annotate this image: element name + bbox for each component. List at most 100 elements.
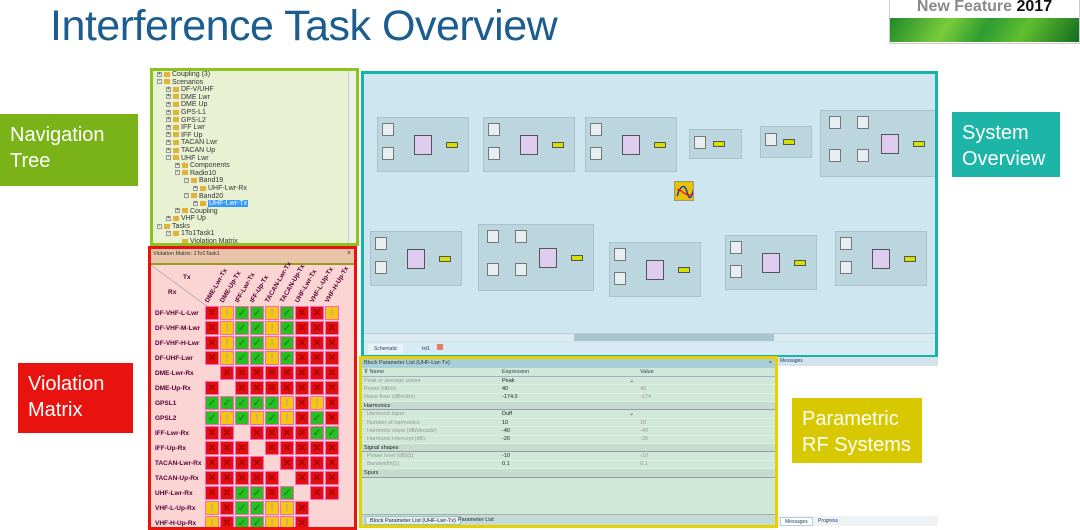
matrix-cell-ok[interactable]: ✓	[280, 306, 294, 320]
matrix-cell-ok[interactable]: ✓	[265, 396, 279, 410]
parameter-row[interactable]: Harmonic taper Duff ⌄	[362, 409, 775, 419]
matrix-cell-violation[interactable]: ✕	[280, 426, 294, 440]
matrix-cell-violation[interactable]: ✕	[235, 381, 249, 395]
matrix-cell-ok[interactable]: ✓	[265, 411, 279, 425]
matrix-cell-warning[interactable]: !	[310, 396, 324, 410]
matrix-cell-empty[interactable]	[220, 381, 234, 395]
close-icon[interactable]: ×	[769, 359, 772, 368]
parameter-expression[interactable]: -20	[500, 435, 638, 445]
tab-schematic[interactable]: Schematic	[368, 344, 404, 354]
parameter-row[interactable]: Peak or average power Peak ⌄	[362, 376, 775, 386]
matrix-cell-violation[interactable]: ✕	[235, 456, 249, 470]
matrix-cell-violation[interactable]: ✕	[205, 306, 219, 320]
matrix-cell-violation[interactable]: ✕	[265, 366, 279, 380]
matrix-cell-violation[interactable]: ✕	[295, 501, 309, 515]
schematic-block[interactable]	[820, 110, 935, 177]
matrix-cell-warning[interactable]: !	[265, 516, 279, 527]
matrix-cell-warning[interactable]: !	[265, 321, 279, 335]
matrix-cell-warning[interactable]: !	[325, 306, 339, 320]
scrollbar-thumb[interactable]	[574, 334, 774, 341]
matrix-cell-violation[interactable]: ✕	[205, 441, 219, 455]
matrix-cell-empty[interactable]	[310, 501, 324, 515]
tree-item[interactable]: + GPS-L1	[153, 109, 356, 117]
tree-item[interactable]: + UHF-Lwr-Rx	[153, 185, 356, 193]
matrix-cell-warning[interactable]: !	[220, 336, 234, 350]
matrix-cell-violation[interactable]: ✕	[325, 381, 339, 395]
matrix-cell-violation[interactable]: ✕	[235, 441, 249, 455]
matrix-cell-violation[interactable]: ✕	[295, 396, 309, 410]
parameter-expression[interactable]: -174.0	[500, 393, 638, 403]
matrix-cell-empty[interactable]	[280, 471, 294, 485]
matrix-cell-ok[interactable]: ✓	[235, 321, 249, 335]
expand-toggle-icon[interactable]: +	[166, 140, 171, 145]
matrix-cell-violation[interactable]: ✕	[250, 426, 264, 440]
matrix-cell-ok[interactable]: ✓	[325, 426, 339, 440]
filter-response-icon[interactable]	[674, 181, 694, 201]
matrix-cell-empty[interactable]	[235, 426, 249, 440]
expand-toggle-icon[interactable]: -	[175, 170, 180, 176]
schematic-block[interactable]	[760, 126, 812, 158]
parameter-row[interactable]: Power (dBm) 40 40	[362, 384, 775, 394]
matrix-cell-empty[interactable]	[265, 456, 279, 470]
expand-toggle-icon[interactable]: +	[166, 124, 171, 130]
matrix-cell-ok[interactable]: ✓	[235, 336, 249, 350]
matrix-cell-violation[interactable]: ✕	[295, 471, 309, 485]
matrix-cell-violation[interactable]: ✕	[325, 321, 339, 335]
matrix-cell-violation[interactable]: ✕	[220, 456, 234, 470]
matrix-cell-ok[interactable]: ✓	[220, 396, 234, 410]
matrix-cell-violation[interactable]: ✕	[280, 441, 294, 455]
matrix-cell-violation[interactable]: ✕	[205, 486, 219, 500]
tree-item[interactable]: - Radio10	[153, 170, 356, 178]
expand-toggle-icon[interactable]	[175, 239, 180, 243]
matrix-cell-warning[interactable]: !	[280, 516, 294, 527]
matrix-cell-violation[interactable]: ✕	[295, 351, 309, 365]
expand-toggle-icon[interactable]: +	[193, 185, 198, 191]
close-tab-icon[interactable]	[437, 344, 443, 350]
matrix-cell-ok[interactable]: ✓	[250, 516, 264, 527]
schematic-block[interactable]	[585, 117, 677, 172]
schematic-block[interactable]	[483, 117, 575, 172]
expand-toggle-icon[interactable]: -	[157, 223, 162, 229]
tree-item[interactable]: - Band20	[153, 193, 356, 201]
matrix-cell-violation[interactable]: ✕	[295, 411, 309, 425]
parameter-row[interactable]: Noise floor (dBm/Hz) -174.0 -174	[362, 393, 775, 403]
expand-toggle-icon[interactable]: -	[166, 231, 171, 237]
matrix-cell-empty[interactable]	[325, 501, 339, 515]
matrix-cell-ok[interactable]: ✓	[205, 411, 219, 425]
parameter-expression[interactable]: 0.1	[500, 460, 638, 470]
matrix-cell-warning[interactable]: !	[205, 501, 219, 515]
matrix-cell-violation[interactable]: ✕	[265, 486, 279, 500]
expand-toggle-icon[interactable]: +	[166, 102, 171, 108]
matrix-cell-ok[interactable]: ✓	[280, 321, 294, 335]
matrix-cell-violation[interactable]: ✕	[310, 486, 324, 500]
matrix-cell-violation[interactable]: ✕	[205, 456, 219, 470]
matrix-cell-warning[interactable]: !	[265, 306, 279, 320]
matrix-cell-violation[interactable]: ✕	[235, 471, 249, 485]
expand-toggle-icon[interactable]: +	[157, 71, 162, 77]
parameter-expression[interactable]: 10	[500, 418, 638, 428]
tree-item[interactable]: + DF-V/UHF	[153, 86, 356, 94]
tree-item[interactable]: + TACAN Up	[153, 147, 356, 155]
tree-item[interactable]: + Coupling (3)	[153, 71, 356, 79]
matrix-cell-violation[interactable]: ✕	[220, 501, 234, 515]
matrix-cell-ok[interactable]: ✓	[280, 351, 294, 365]
tree-item[interactable]: - 1To1Task1	[153, 230, 356, 238]
parameter-expression[interactable]: 40	[500, 384, 638, 394]
tree-item[interactable]: + DME Up	[153, 101, 356, 109]
matrix-cell-violation[interactable]: ✕	[295, 441, 309, 455]
expand-toggle-icon[interactable]: +	[166, 109, 171, 115]
matrix-cell-ok[interactable]: ✓	[205, 396, 219, 410]
matrix-cell-violation[interactable]: ✕	[325, 336, 339, 350]
matrix-cell-violation[interactable]: ✕	[220, 516, 234, 527]
matrix-cell-violation[interactable]: ✕	[220, 486, 234, 500]
matrix-cell-violation[interactable]: ✕	[310, 351, 324, 365]
matrix-cell-violation[interactable]: ✕	[310, 336, 324, 350]
matrix-cell-violation[interactable]: ✕	[280, 381, 294, 395]
matrix-cell-warning[interactable]: !	[220, 351, 234, 365]
matrix-cell-warning[interactable]: !	[280, 396, 294, 410]
expand-toggle-icon[interactable]: +	[166, 147, 171, 153]
tree-item[interactable]: + UHF-Lwr-Tx	[153, 200, 356, 208]
matrix-cell-warning[interactable]: !	[220, 321, 234, 335]
expand-toggle-icon[interactable]: +	[166, 132, 171, 138]
tree-item[interactable]: - Band19	[153, 177, 356, 185]
